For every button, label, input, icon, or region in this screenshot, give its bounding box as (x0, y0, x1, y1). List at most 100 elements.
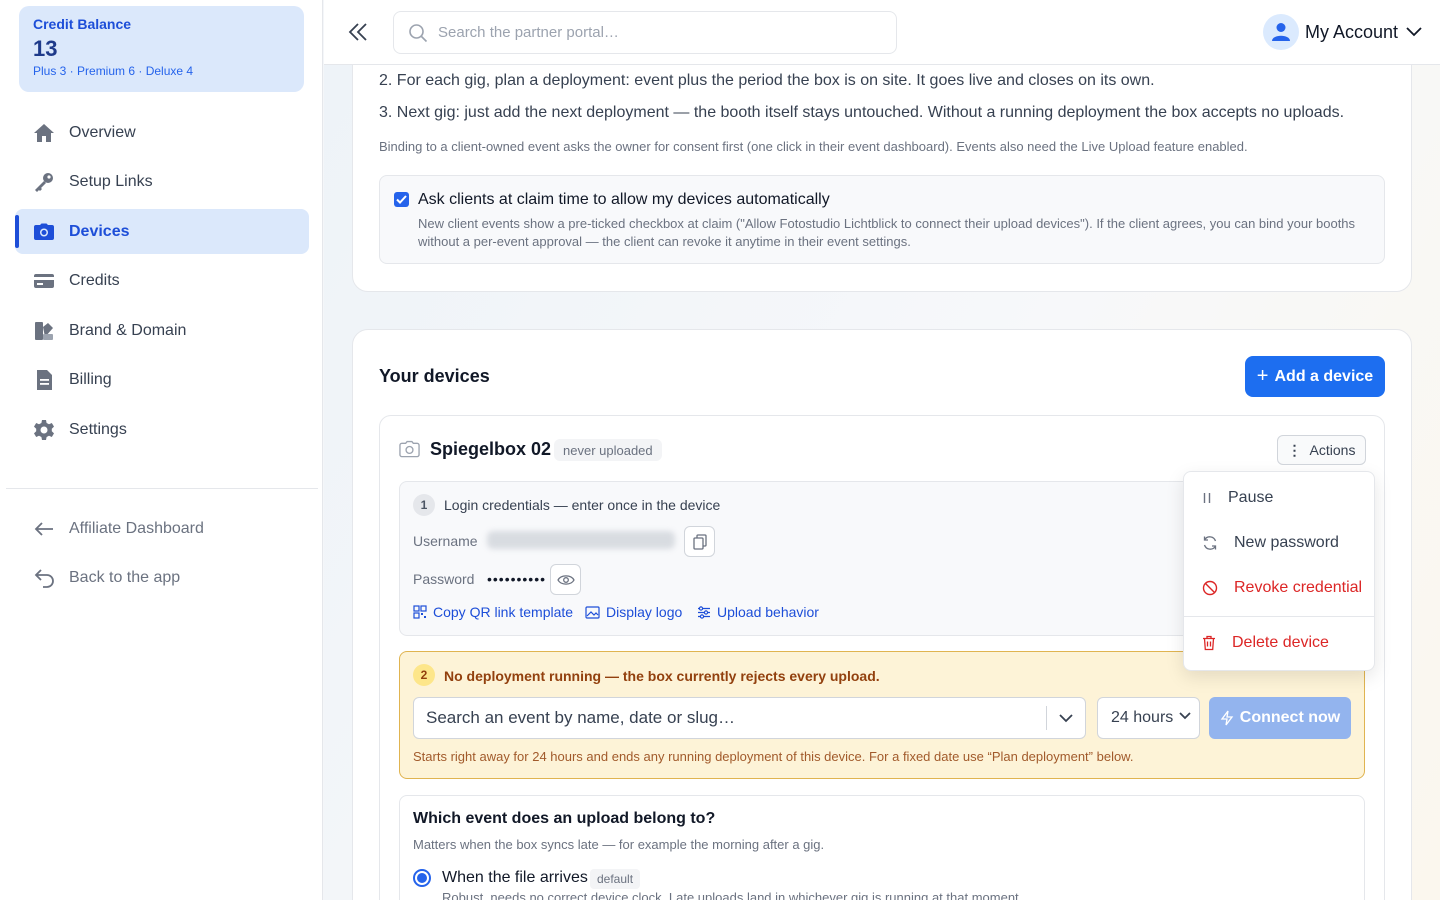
connect-now-button[interactable]: Connect now (1209, 697, 1351, 739)
menu-item-label: Revoke credential (1234, 579, 1363, 596)
device-name: Spiegelbox 02 (430, 439, 552, 459)
default-badge: default (590, 869, 641, 889)
auto-allow-option: Ask clients at claim time to allow my de… (379, 175, 1385, 264)
sidebar-item-billing[interactable]: Billing (15, 358, 309, 403)
deployment-warning-title: No deployment running — the box currentl… (444, 668, 880, 684)
device-status-badge: never uploaded (554, 439, 662, 461)
duration-value: 24 hours (1111, 709, 1174, 726)
sidebar-item-overview[interactable]: Overview (15, 110, 309, 155)
chevron-down-icon (1406, 27, 1422, 37)
credit-balance-title: Credit Balance (33, 16, 132, 32)
event-search-placeholder: Search an event by name, date or slug… (426, 708, 736, 727)
sidebar-item-label: Setup Links (69, 173, 153, 190)
sidebar-item-label: Credits (69, 272, 120, 289)
auto-allow-title: Ask clients at claim time to allow my de… (418, 191, 830, 208)
chevron-down-icon (1059, 713, 1073, 722)
devices-heading: Your devices (379, 366, 490, 386)
password-value: •••••••••• (487, 571, 547, 587)
add-device-label: Add a device (1274, 367, 1374, 385)
key-icon (33, 171, 55, 193)
sidebar-item-label: Devices (69, 222, 130, 240)
connect-now-label: Connect now (1239, 709, 1341, 726)
device-actions-button[interactable]: ⋮ Actions (1277, 435, 1366, 465)
event-search-select[interactable]: Search an event by name, date or slug… (413, 697, 1086, 739)
card-icon (33, 270, 55, 292)
login-credentials-title: Login credentials — enter once in the de… (444, 497, 721, 513)
account-label: My Account (1304, 21, 1398, 42)
copy-qr-link-template-link[interactable]: Copy QR link template (413, 604, 573, 620)
sidebar: Credit Balance 13 Plus 3 · Premium 6 · D… (0, 0, 323, 900)
step-number-2: 2 (413, 664, 435, 686)
password-label: Password (413, 571, 475, 587)
return-icon (33, 567, 55, 589)
menu-item-delete-device[interactable]: Delete device (1184, 623, 1374, 663)
plus-icon: + (1256, 365, 1269, 387)
gear-icon (33, 419, 55, 441)
trash-icon (1203, 635, 1215, 651)
step-number-1: 1 (413, 494, 435, 516)
sidebar-item-label: Settings (69, 420, 127, 438)
upload-assignment-subtitle: Matters when the box syncs late — for ex… (413, 837, 825, 852)
upload-assignment-title: Which event does an upload belong to? (413, 810, 716, 827)
upload-behavior-link[interactable]: Upload behavior (697, 604, 819, 620)
pause-icon (1203, 493, 1211, 503)
auto-allow-checkbox[interactable] (394, 192, 409, 207)
credit-balance-card: Credit Balance 13 Plus 3 · Premium 6 · D… (19, 6, 304, 92)
credit-balance-value: 13 (33, 36, 58, 61)
sidebar-item-back-to-app[interactable]: Back to the app (15, 556, 309, 601)
eye-icon (556, 574, 575, 585)
menu-item-new-password[interactable]: New password (1184, 523, 1374, 563)
menu-item-pause[interactable]: Pause (1184, 478, 1374, 518)
account-menu-button[interactable]: My Account (1262, 14, 1422, 50)
credit-balance-breakdown: Plus 3 · Premium 6 · Deluxe 4 (33, 64, 194, 78)
sidebar-item-credits[interactable]: Credits (15, 259, 309, 304)
sidebar-item-settings[interactable]: Settings (15, 407, 309, 452)
sidebar-item-brand-domain[interactable]: Brand & Domain (15, 308, 309, 353)
copy-qr-link-label: Copy QR link template (433, 604, 574, 620)
display-logo-link[interactable]: Display logo (585, 604, 682, 620)
refresh-icon (1203, 536, 1217, 550)
consent-note: Binding to a client-owned event asks the… (379, 139, 1248, 154)
menu-item-label: New password (1234, 534, 1339, 551)
arrow-left-icon (33, 518, 55, 540)
sidebar-item-label: Brand & Domain (69, 321, 187, 339)
setup-step-2: 2. For each gig, plan a deployment: even… (379, 72, 1155, 89)
document-icon (33, 369, 55, 391)
more-vertical-icon: ⋮ (1287, 441, 1302, 458)
sliders-icon (698, 605, 710, 619)
radio-when-file-arrives[interactable] (413, 869, 431, 887)
checkmark-icon (396, 195, 407, 204)
chevron-down-icon (1179, 712, 1191, 720)
duration-select[interactable]: 24 hours (1097, 697, 1200, 739)
copy-username-button[interactable] (684, 526, 715, 557)
search-bar[interactable] (393, 11, 897, 54)
sidebar-nav: Overview Setup Links Devices Credits Bra… (15, 110, 309, 457)
menu-item-revoke-credential[interactable]: Revoke credential (1184, 568, 1374, 608)
menu-item-label: Pause (1228, 489, 1274, 506)
sidebar-item-affiliate-dashboard[interactable]: Affiliate Dashboard (15, 506, 309, 551)
auto-allow-description: New client events show a pre-ticked chec… (418, 216, 1356, 249)
qr-code-icon (413, 605, 427, 619)
double-chevron-left-icon (348, 23, 367, 41)
menu-divider (1184, 616, 1374, 617)
show-password-button[interactable] (550, 564, 581, 595)
search-input[interactable] (438, 24, 878, 41)
sidebar-item-setup-links[interactable]: Setup Links (15, 160, 309, 205)
select-divider (1046, 706, 1047, 730)
user-icon (1271, 23, 1290, 41)
add-device-button[interactable]: + Add a device (1245, 356, 1385, 397)
sidebar-item-label: Overview (69, 123, 136, 141)
copy-icon (692, 533, 707, 550)
upload-behavior-label: Upload behavior (717, 604, 819, 620)
sidebar-divider (6, 488, 318, 489)
radio-selected-dot (417, 873, 427, 883)
brand-icon (33, 320, 55, 342)
sidebar-item-devices[interactable]: Devices (15, 209, 309, 254)
radio-description: Robust, needs no correct device clock. L… (442, 890, 1023, 900)
topbar: My Account (324, 0, 1440, 65)
device-actions-menu: Pause New password Revoke credential Del… (1183, 471, 1375, 671)
avatar (1262, 14, 1299, 50)
collapse-sidebar-button[interactable] (344, 18, 372, 46)
ban-icon (1202, 580, 1218, 596)
sidebar-item-label: Affiliate Dashboard (69, 519, 204, 537)
